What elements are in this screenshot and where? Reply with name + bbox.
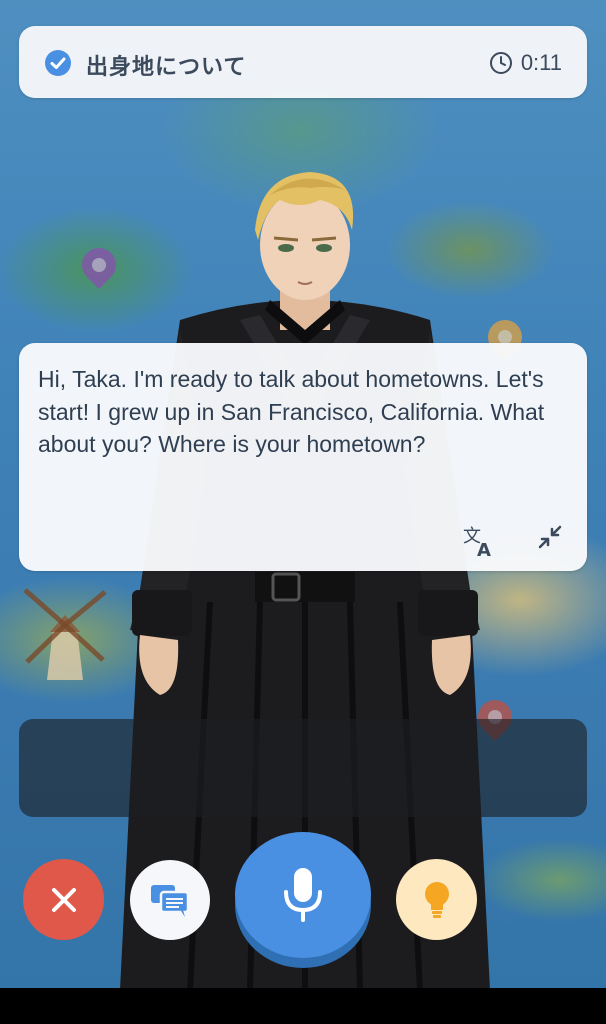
map-pin-icon	[74, 240, 124, 290]
translate-icon[interactable]: 文 A	[462, 524, 496, 558]
message-text: Hi, Taka. I'm ready to talk about hometo…	[38, 366, 545, 457]
chat-icon	[151, 885, 190, 917]
clock-icon	[489, 52, 512, 74]
hint-button[interactable]	[396, 859, 477, 940]
conversation-screen: 出身地について 0:11 Hi, Taka. I'm ready to talk…	[0, 0, 606, 1024]
lightbulb-icon	[424, 881, 449, 918]
microphone-icon	[284, 868, 322, 922]
transcript-panel	[19, 719, 587, 817]
microphone-button[interactable]	[235, 832, 371, 968]
microphone-button-face[interactable]	[235, 832, 371, 958]
svg-text:A: A	[477, 540, 491, 558]
bottom-bar	[0, 988, 606, 1024]
timer-value: 0:11	[520, 50, 562, 75]
topic-title: 出身地について	[86, 54, 247, 79]
close-icon	[51, 887, 76, 912]
check-circle-icon	[45, 50, 71, 76]
windmill-icon	[23, 588, 107, 680]
timer: 0:11	[489, 50, 562, 76]
message-bubble: Hi, Taka. I'm ready to talk about hometo…	[19, 343, 587, 571]
collapse-icon[interactable]	[536, 523, 564, 551]
end-conversation-button[interactable]	[23, 859, 104, 940]
chat-history-button[interactable]	[130, 860, 210, 940]
